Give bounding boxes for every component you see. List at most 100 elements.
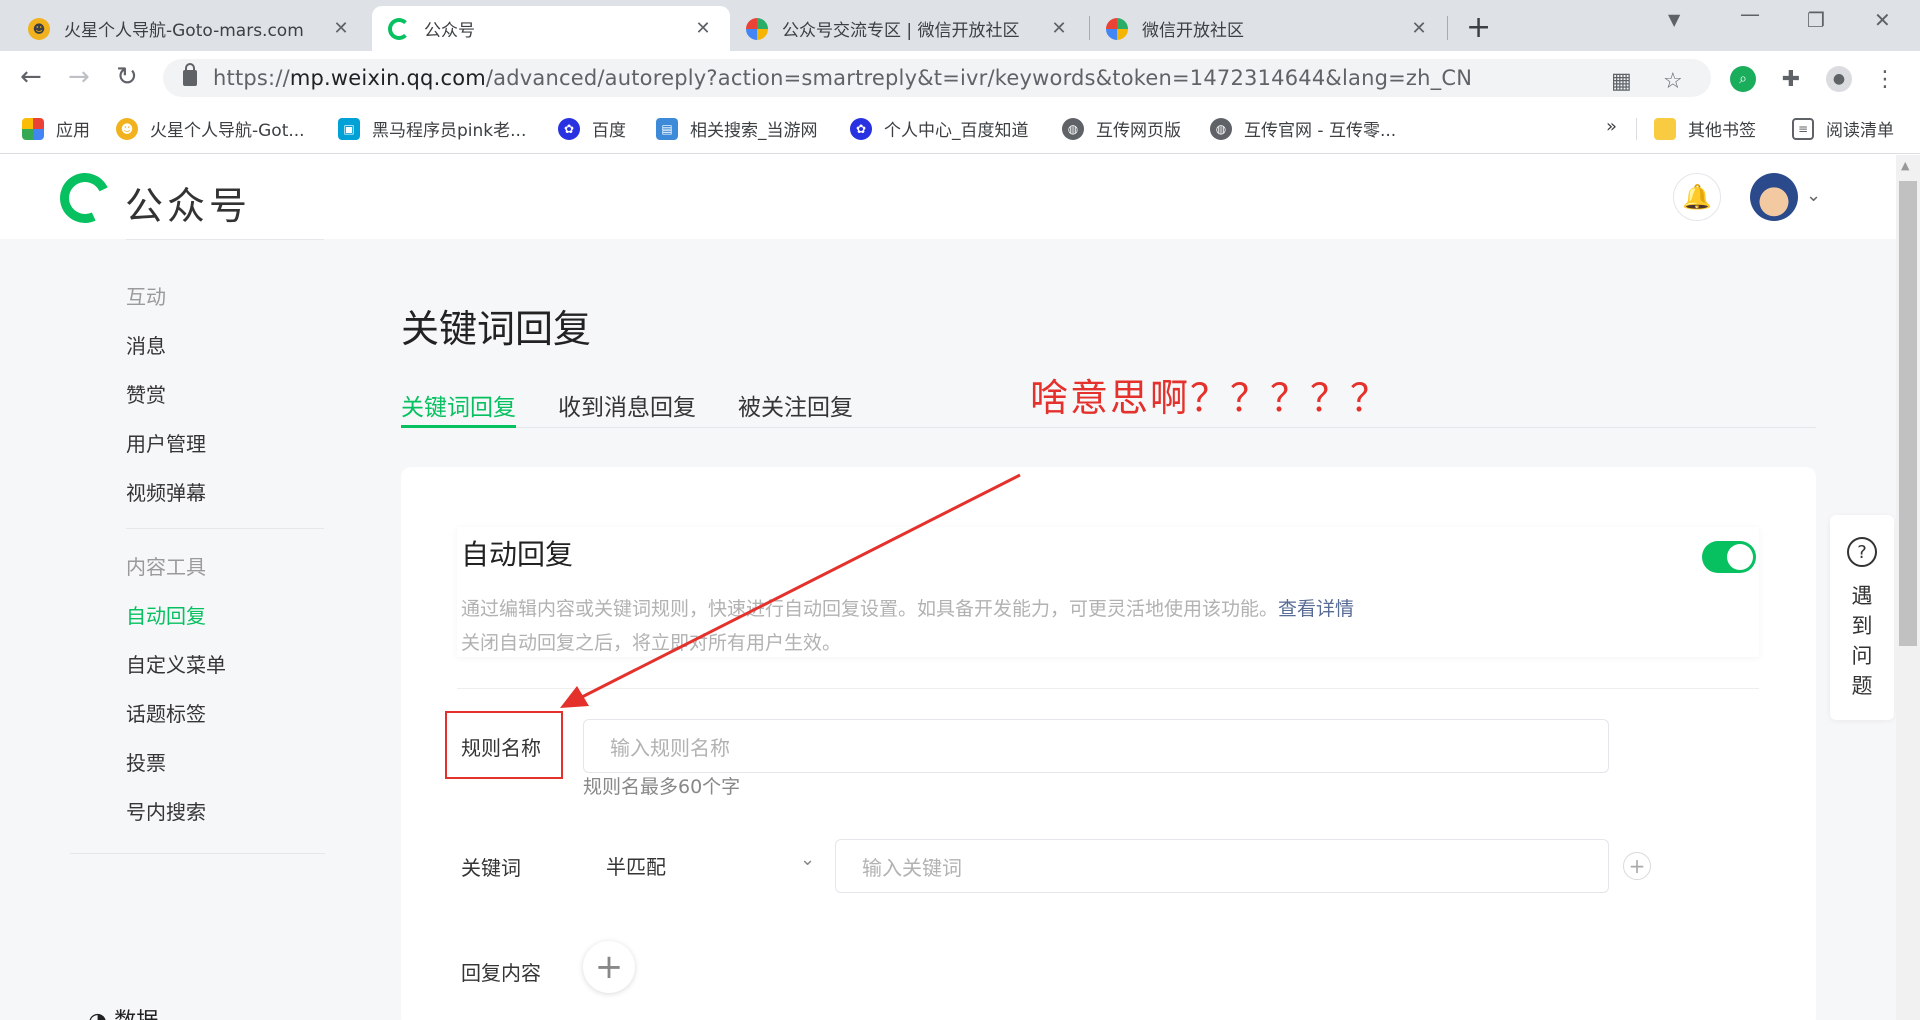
bookmark-label: 相关搜索_当游网 — [690, 121, 818, 141]
wechat-dev-favicon-icon — [746, 17, 768, 40]
help-widget[interactable]: ? 遇到问题 — [1830, 515, 1894, 720]
sidebar-item-label: 数据 — [114, 1009, 158, 1020]
browser-menu-icon[interactable]: ⋮ — [1872, 66, 1898, 92]
bookmark-other-folder[interactable]: 其他书签 — [1654, 116, 1756, 141]
reply-content-label: 回复内容 — [461, 961, 541, 985]
sidebar-item-danmaku[interactable]: 视频弹幕 — [126, 477, 206, 506]
apps-grid-icon — [22, 117, 44, 140]
qr-code-icon[interactable]: ▦ — [1611, 69, 1632, 94]
tab-search-icon[interactable]: ▼ — [1668, 10, 1680, 29]
sidebar-item-data[interactable]: ◔ 数据 — [88, 1003, 158, 1020]
bookmark-label: 其他书签 — [1688, 121, 1756, 141]
baidu-paw-icon: ✿ — [558, 117, 580, 140]
keyword-input[interactable]: 输入关键词 — [835, 839, 1609, 893]
bookmark-star-icon[interactable]: ☆ — [1663, 69, 1683, 94]
bookmark-dangyou[interactable]: ▤ 相关搜索_当游网 — [656, 116, 818, 141]
back-icon[interactable]: ← — [20, 62, 42, 92]
url-bar[interactable]: https://mp.weixin.qq.com/advanced/autore… — [163, 59, 1711, 97]
browser-tab-strip: ☻ 火星个人导航-Goto-mars.com ✕ 公众号 ✕ 公众号交流专区 |… — [0, 0, 1920, 51]
keyword-placeholder: 输入关键词 — [862, 855, 962, 880]
bookmark-apps[interactable]: 应用 — [22, 116, 90, 141]
match-mode-select[interactable]: 半匹配 — [606, 851, 666, 880]
mars-favicon-icon: ☻ — [116, 117, 138, 140]
forward-icon[interactable]: → — [68, 62, 90, 92]
avatar[interactable] — [1750, 173, 1798, 221]
logo-text[interactable]: 公众号 — [125, 175, 251, 230]
sidebar-item-autoreply[interactable]: 自动回复 — [126, 600, 206, 629]
bookmark-huchuan-web[interactable]: ◍ 互传网页版 — [1062, 116, 1181, 141]
bookmark-label: 黑马程序员pink老... — [372, 121, 527, 141]
url-text[interactable]: https://mp.weixin.qq.com/advanced/autore… — [213, 66, 1472, 90]
profile-icon[interactable]: ● — [1826, 66, 1852, 92]
tab-title: 火星个人导航-Goto-mars.com — [64, 21, 304, 41]
bookmark-label: 互传官网 - 互传零... — [1244, 121, 1397, 141]
sidebar-divider — [70, 853, 325, 854]
new-tab-icon[interactable]: + — [1466, 10, 1491, 45]
autoreply-card: 自动回复 通过编辑内容或关键词规则，快速进行自动回复设置。如具备开发能力，可更灵… — [401, 467, 1816, 1020]
bookmark-baidu[interactable]: ✿ 百度 — [558, 116, 626, 141]
tab-title: 微信开放社区 — [1142, 21, 1244, 41]
autoreply-desc-line2: 关闭自动回复之后，将立即对所有用户生效。 — [461, 632, 842, 654]
chart-icon: ◔ — [88, 1009, 107, 1020]
annotation-question: 啥意思啊？？？？？ — [1030, 376, 1391, 420]
sidebar-item-search[interactable]: 号内搜索 — [126, 796, 206, 825]
browser-tab-mp[interactable]: 公众号 ✕ — [372, 6, 730, 51]
bookmark-huchuan-official[interactable]: ◍ 互传官网 - 互传零... — [1210, 116, 1396, 141]
close-tab-icon[interactable]: ✕ — [1408, 18, 1430, 39]
reload-icon[interactable]: ↻ — [116, 62, 138, 92]
sidebar-item-users[interactable]: 用户管理 — [126, 428, 206, 457]
browser-tab-mars[interactable]: ☻ 火星个人导航-Goto-mars.com ✕ — [12, 6, 368, 51]
browser-tab-community[interactable]: 公众号交流专区 | 微信开放社区 ✕ — [730, 6, 1086, 51]
sidebar-group-interaction: 互动 — [126, 285, 166, 309]
extension-search-icon[interactable]: ⌕ — [1730, 66, 1756, 92]
globe-icon: ◍ — [1210, 117, 1232, 140]
bookmark-baidu-zhidao[interactable]: ✿ 个人中心_百度知道 — [850, 116, 1029, 141]
notification-bell-icon[interactable]: 🔔 — [1673, 173, 1721, 221]
add-keyword-icon[interactable]: + — [1623, 852, 1651, 880]
chevron-down-icon[interactable]: ⌄ — [800, 849, 815, 870]
sidebar-item-vote[interactable]: 投票 — [126, 747, 166, 776]
scroll-up-icon[interactable]: ▲ — [1901, 159, 1909, 172]
minimize-icon[interactable]: — — [1740, 2, 1760, 26]
add-reply-icon[interactable]: + — [583, 941, 635, 993]
close-tab-icon[interactable]: ✕ — [692, 18, 714, 39]
bookmarks-bar: 应用 ☻ 火星个人导航-Got... ▣ 黑马程序员pink老... ✿ 百度 … — [0, 104, 1920, 154]
sidebar-divider — [126, 239, 324, 240]
dangyou-icon: ▤ — [656, 117, 678, 140]
tab-message-reply[interactable]: 收到消息回复 — [558, 388, 696, 428]
scroll-thumb[interactable] — [1899, 181, 1917, 646]
wechat-dev-favicon-icon — [1106, 17, 1128, 40]
extensions-puzzle-icon[interactable]: ✚ — [1778, 66, 1804, 92]
sidebar-item-custom-menu[interactable]: 自定义菜单 — [126, 649, 226, 678]
close-tab-icon[interactable]: ✕ — [330, 18, 352, 39]
rule-name-input[interactable]: 输入规则名称 — [583, 719, 1609, 773]
chevron-down-icon[interactable]: ⌄ — [1806, 185, 1821, 206]
close-window-icon[interactable]: ✕ — [1874, 8, 1891, 32]
rule-name-hint: 规则名最多60个字 — [583, 776, 741, 798]
bookmark-label: 应用 — [56, 121, 90, 141]
page-title: 关键词回复 — [401, 307, 592, 351]
browser-tab-open-community[interactable]: 微信开放社区 ✕ — [1090, 6, 1446, 51]
wechat-mp-logo-icon[interactable] — [52, 165, 118, 231]
tab-follow-reply[interactable]: 被关注回复 — [738, 388, 853, 428]
bookmarks-overflow-button[interactable]: » — [1606, 116, 1617, 137]
restore-icon[interactable]: ❐ — [1807, 8, 1825, 32]
tab-keyword-reply[interactable]: 关键词回复 — [401, 388, 516, 428]
reading-list-button[interactable]: ≡ 阅读清单 — [1792, 116, 1894, 141]
bilibili-icon: ▣ — [338, 117, 360, 140]
autoreply-toggle[interactable] — [1702, 541, 1756, 573]
sidebar-item-rewards[interactable]: 赞赏 — [126, 379, 166, 408]
bookmark-heima[interactable]: ▣ 黑马程序员pink老... — [338, 116, 526, 141]
page-scrollbar[interactable]: ▲ — [1896, 155, 1920, 1020]
bookmark-mars[interactable]: ☻ 火星个人导航-Got... — [116, 116, 305, 141]
autoreply-description: 通过编辑内容或关键词规则，快速进行自动回复设置。如具备开发能力，可更灵活地使用该… — [461, 592, 1354, 660]
sidebar-item-topic-tags[interactable]: 话题标签 — [126, 698, 206, 727]
rule-name-placeholder: 输入规则名称 — [610, 735, 730, 760]
tab-separator — [1447, 16, 1448, 40]
close-tab-icon[interactable]: ✕ — [1048, 18, 1070, 39]
view-details-link[interactable]: 查看详情 — [1278, 598, 1354, 620]
sidebar: 互动 消息 赞赏 用户管理 视频弹幕 内容工具 自动回复 自定义菜单 话题标签 … — [70, 239, 325, 1020]
overflow-chevron: » — [1606, 116, 1618, 137]
sidebar-item-messages[interactable]: 消息 — [126, 330, 166, 359]
autoreply-title: 自动回复 — [461, 538, 574, 571]
